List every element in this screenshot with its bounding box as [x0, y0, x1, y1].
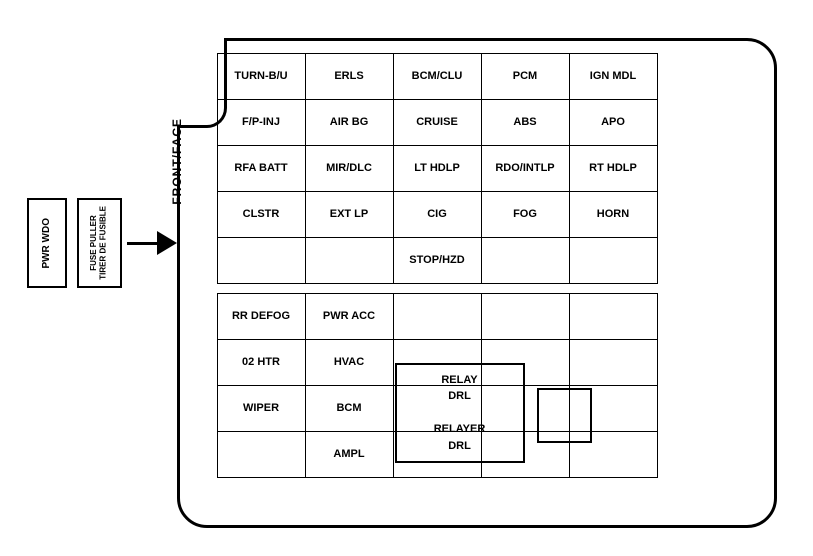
cell-lt-hdlp: LT HDLP	[393, 146, 481, 192]
diagram-wrapper: FRONT/FACE PWR WDO FUSE PULLER TIRER DE …	[17, 18, 797, 538]
cell-apo: APO	[569, 100, 657, 146]
cell-fp-inj: F/P-INJ	[217, 100, 305, 146]
cell-empty-3	[481, 238, 569, 284]
cell-horn: HORN	[569, 192, 657, 238]
cell-ext-lp: EXT LP	[305, 192, 393, 238]
relay-drl-label: RELAYDRLRELAYERDRL	[434, 372, 486, 455]
cell-rdo-intlp: RDO/INTLP	[481, 146, 569, 192]
cell-empty-1	[217, 238, 305, 284]
cell-cruise: CRUISE	[393, 100, 481, 146]
cell-turn-bu: TURN-B/U	[217, 54, 305, 100]
relay-drl-box: RELAYDRLRELAYERDRL	[395, 363, 525, 463]
cell-empty-2	[305, 238, 393, 284]
cell-pcm: PCM	[481, 54, 569, 100]
cell-b-empty-3	[569, 294, 657, 340]
cell-rr-defog: RR DEFOG	[217, 294, 305, 340]
cell-ampl: AMPL	[305, 432, 393, 478]
cell-rfa-batt: RFA BATT	[217, 146, 305, 192]
cell-cig: CIG	[393, 192, 481, 238]
cell-wiper: WIPER	[217, 386, 305, 432]
cell-clstr: CLSTR	[217, 192, 305, 238]
cell-rt-hdlp: RT HDLP	[569, 146, 657, 192]
cell-02-htr: 02 HTR	[217, 340, 305, 386]
cell-b-empty-1	[393, 294, 481, 340]
front-face-label: FRONT/FACE	[170, 118, 184, 205]
cell-b-empty-6	[569, 340, 657, 386]
cell-b-empty-2	[481, 294, 569, 340]
cell-hvac: HVAC	[305, 340, 393, 386]
cell-bcm-clu: BCM/CLU	[393, 54, 481, 100]
cell-pwr-acc: PWR ACC	[305, 294, 393, 340]
cell-air-bg: AIR BG	[305, 100, 393, 146]
cell-bcm: BCM	[305, 386, 393, 432]
cell-stop-hzd: STOP/HZD	[393, 238, 481, 284]
pwr-wdo-label: PWR WDO	[41, 218, 53, 269]
cell-erls: ERLS	[305, 54, 393, 100]
main-fuse-table: TURN-B/U ERLS BCM/CLU PCM IGN MDL F/P-IN…	[217, 53, 658, 284]
cell-ign-mdl: IGN MDL	[569, 54, 657, 100]
cell-mir-dlc: MIR/DLC	[305, 146, 393, 192]
arrow-right	[127, 233, 177, 253]
small-fuse-box	[537, 388, 592, 443]
cell-empty-wiper2	[217, 432, 305, 478]
cell-abs: ABS	[481, 100, 569, 146]
fuse-puller-label: FUSE PULLER TIRER DE FUSIBLE	[89, 206, 108, 280]
pwr-wdo-box: PWR WDO	[27, 198, 67, 288]
cell-empty-4	[569, 238, 657, 284]
fuse-puller-box: FUSE PULLER TIRER DE FUSIBLE	[77, 198, 122, 288]
cell-fog: FOG	[481, 192, 569, 238]
